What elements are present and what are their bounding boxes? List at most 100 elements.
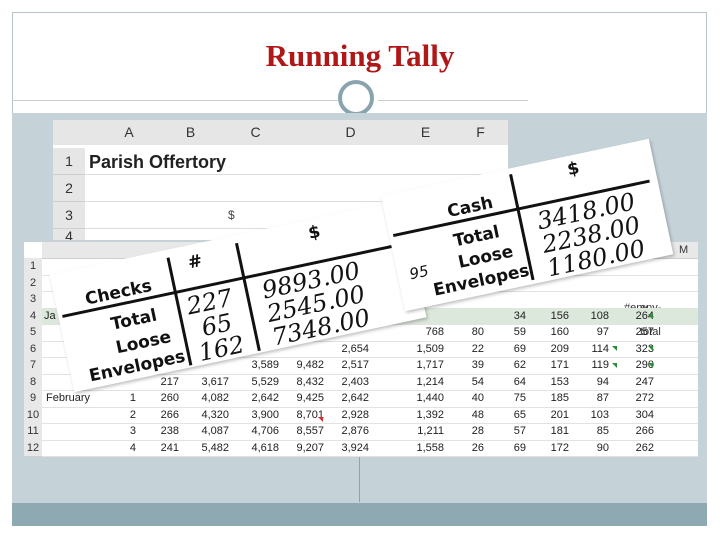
row-header[interactable]: 5 [24,324,42,342]
table-cell[interactable]: 90 [565,442,609,454]
table-cell[interactable]: 2,517 [325,359,369,371]
col-header-b[interactable]: B [173,120,209,145]
table-cell[interactable]: 4,087 [185,425,229,437]
table-cell[interactable]: 5,482 [185,442,229,454]
table-cell[interactable]: 209 [525,343,569,355]
table-cell[interactable]: 1,717 [400,359,444,371]
table-cell[interactable]: 3,589 [235,359,279,371]
row-header[interactable]: 12 [24,439,42,457]
table-cell[interactable]: 262 [610,442,654,454]
table-cell[interactable]: 54 [440,376,484,388]
table-cell[interactable]: 39 [440,359,484,371]
row-header[interactable]: 4 [24,307,42,325]
table-cell[interactable]: 114 [565,343,609,355]
table-cell[interactable]: 8,557 [280,425,324,437]
table-cell[interactable]: 85 [565,425,609,437]
table-cell[interactable]: 257 [610,326,654,338]
table-cell[interactable]: Ja [44,310,56,322]
table-cell[interactable]: 69 [482,442,526,454]
table-cell[interactable]: 5,529 [235,376,279,388]
row-header[interactable]: 6 [24,340,42,358]
table-cell[interactable]: 266 [135,409,179,421]
table-cell[interactable]: February [46,392,90,404]
table-cell[interactable]: 1,211 [400,425,444,437]
table-cell[interactable]: 4,082 [185,392,229,404]
table-cell[interactable]: 260 [135,392,179,404]
table-cell[interactable]: 172 [525,442,569,454]
table-cell[interactable]: 768 [400,326,444,338]
row-header[interactable]: 1 [24,258,42,276]
row-header[interactable]: 11 [24,423,42,441]
table-cell[interactable]: 22 [440,343,484,355]
table-cell[interactable]: 34 [482,310,526,322]
table-cell[interactable]: 2,642 [325,392,369,404]
table-cell[interactable]: 62 [482,359,526,371]
row-header[interactable]: 9 [24,390,42,408]
col-header-m[interactable]: M [679,244,688,256]
col-header-c[interactable]: C [208,120,304,145]
table-cell[interactable]: 4,706 [235,425,279,437]
table-cell[interactable]: 160 [525,326,569,338]
table-cell[interactable]: 171 [525,359,569,371]
table-cell[interactable]: 2,642 [235,392,279,404]
row-header[interactable]: 8 [24,373,42,391]
table-cell[interactable]: 59 [482,326,526,338]
table-cell[interactable]: 8,432 [280,376,324,388]
table-cell[interactable]: 1 [92,392,136,404]
table-cell[interactable]: 247 [610,376,654,388]
table-cell[interactable]: 9,425 [280,392,324,404]
table-cell[interactable]: 87 [565,392,609,404]
table-cell[interactable]: 9,207 [280,442,324,454]
table-cell[interactable]: 4,618 [235,442,279,454]
row-header-3[interactable]: 3 [53,202,85,229]
table-cell[interactable]: 57 [482,425,526,437]
cell-a1-title[interactable]: Parish Offertory [89,152,226,173]
table-cell[interactable]: 272 [610,392,654,404]
table-cell[interactable]: 304 [610,409,654,421]
table-cell[interactable]: 119 [565,359,609,371]
table-cell[interactable]: 2,654 [325,343,369,355]
table-cell[interactable]: 1,214 [400,376,444,388]
table-cell[interactable]: 80 [440,326,484,338]
table-cell[interactable]: 4 [92,442,136,454]
col-header-d[interactable]: D [303,120,399,145]
table-cell[interactable]: 2,876 [325,425,369,437]
table-cell[interactable]: 185 [525,392,569,404]
table-cell[interactable]: 28 [440,425,484,437]
table-cell[interactable]: 1,558 [400,442,444,454]
table-cell[interactable]: 26 [440,442,484,454]
table-cell[interactable]: 40 [440,392,484,404]
table-cell[interactable]: 48 [440,409,484,421]
col-header-e[interactable]: E [398,120,454,145]
col-header-a[interactable]: A [85,120,174,145]
row-header-4[interactable]: 4 [53,229,85,241]
table-cell[interactable]: 3 [92,425,136,437]
table-cell[interactable]: 65 [482,409,526,421]
table-cell[interactable]: 1,509 [400,343,444,355]
table-cell[interactable]: 2,928 [325,409,369,421]
col-header-f[interactable]: F [453,120,509,145]
table-cell[interactable]: 2 [92,409,136,421]
row-header[interactable]: 3 [24,291,42,309]
table-cell[interactable]: 181 [525,425,569,437]
table-cell[interactable]: 266 [610,425,654,437]
row-header[interactable]: 10 [24,406,42,424]
table-cell[interactable]: 156 [525,310,569,322]
table-cell[interactable]: 3,924 [325,442,369,454]
table-cell[interactable]: 1,392 [400,409,444,421]
table-cell[interactable]: 94 [565,376,609,388]
table-cell[interactable]: 64 [482,376,526,388]
row-header-1[interactable]: 1 [53,148,85,175]
table-cell[interactable]: 3,900 [235,409,279,421]
table-cell[interactable]: 153 [525,376,569,388]
table-cell[interactable]: 201 [525,409,569,421]
table-cell[interactable]: 9,482 [280,359,324,371]
table-cell[interactable]: 2,403 [325,376,369,388]
table-cell[interactable]: 3,617 [185,376,229,388]
table-cell[interactable]: 108 [565,310,609,322]
row-header[interactable]: 7 [24,357,42,375]
table-cell[interactable]: 1,440 [400,392,444,404]
table-cell[interactable]: 103 [565,409,609,421]
table-cell[interactable]: 4,320 [185,409,229,421]
table-cell[interactable]: 69 [482,343,526,355]
